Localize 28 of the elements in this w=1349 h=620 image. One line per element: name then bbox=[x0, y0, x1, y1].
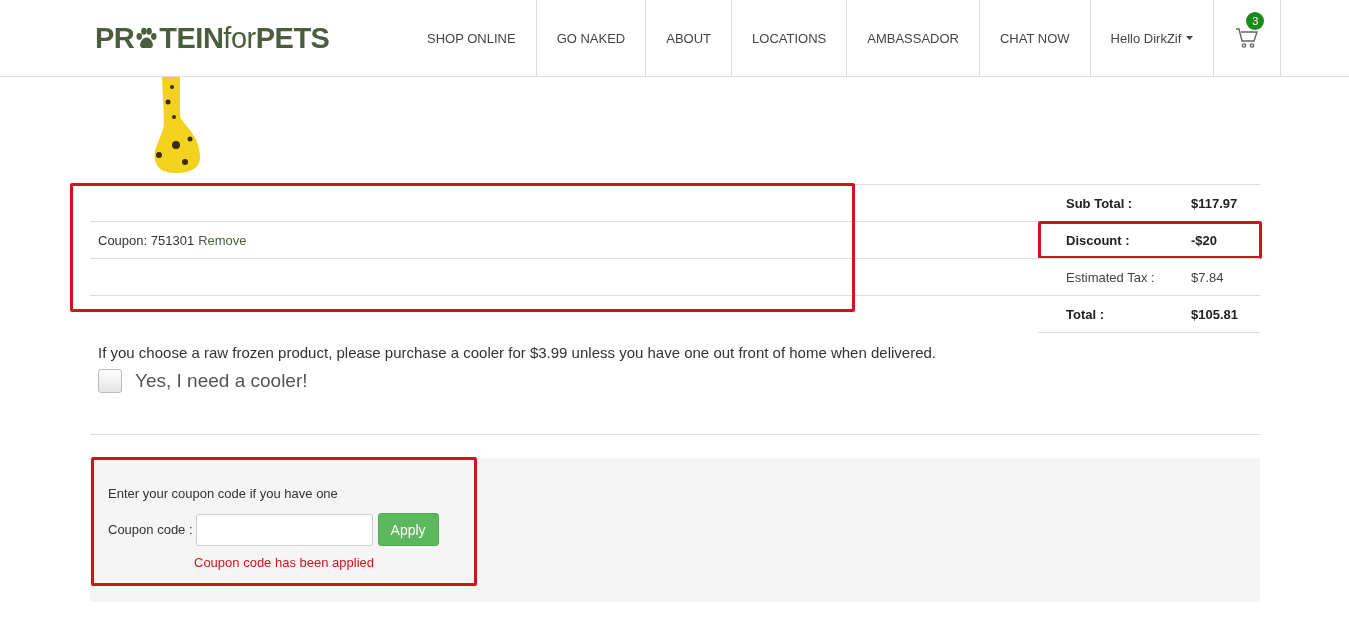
remove-coupon-link[interactable]: Remove bbox=[198, 232, 247, 248]
nav-link[interactable]: AMBASSADOR bbox=[847, 0, 980, 76]
coupon-code-label: Coupon code : bbox=[108, 522, 193, 537]
summary-label: Estimated Tax : bbox=[1066, 269, 1156, 285]
nav-link[interactable]: CHAT NOW bbox=[979, 0, 1091, 76]
summary-value: -$20 bbox=[1191, 232, 1218, 248]
coupon-code-field[interactable] bbox=[195, 513, 373, 546]
coupon-applied-text: Coupon: 751301 bbox=[98, 232, 195, 248]
logo[interactable]: PR TEINforPETS bbox=[95, 0, 407, 76]
cart-icon[interactable] bbox=[1235, 27, 1260, 49]
cooler-checkbox[interactable] bbox=[98, 369, 122, 393]
nav-link[interactable]: SHOP ONLINE bbox=[407, 0, 537, 76]
coupon-instructions: Enter your coupon code if you have one bbox=[108, 486, 339, 501]
summary-label: Discount : bbox=[1066, 232, 1131, 248]
user-menu[interactable]: Hello DirkZif bbox=[1090, 0, 1215, 76]
checkbox-label: Yes, I need a cooler! bbox=[135, 370, 308, 392]
nav-link[interactable]: GO NAKED bbox=[536, 0, 647, 76]
summary-label: Total : bbox=[1066, 306, 1106, 322]
cooler-notice: If you choose a raw frozen product, please purchase a cooler for $3.99 unless you have one out front of home when delivered. bbox=[98, 344, 937, 361]
nav-link[interactable]: LOCATIONS bbox=[732, 0, 848, 76]
summary-value: $105.81 bbox=[1191, 306, 1238, 322]
summary-value: $7.84 bbox=[1191, 269, 1224, 285]
nav-link[interactable]: ABOUT bbox=[646, 0, 733, 76]
summary-value: $117.97 bbox=[1191, 195, 1238, 211]
summary-label: Sub Total : bbox=[1066, 195, 1134, 211]
cart-count-badge: 3 bbox=[1246, 12, 1265, 30]
success-message: Coupon code has been applied bbox=[194, 555, 375, 570]
caret-icon bbox=[1186, 36, 1194, 40]
